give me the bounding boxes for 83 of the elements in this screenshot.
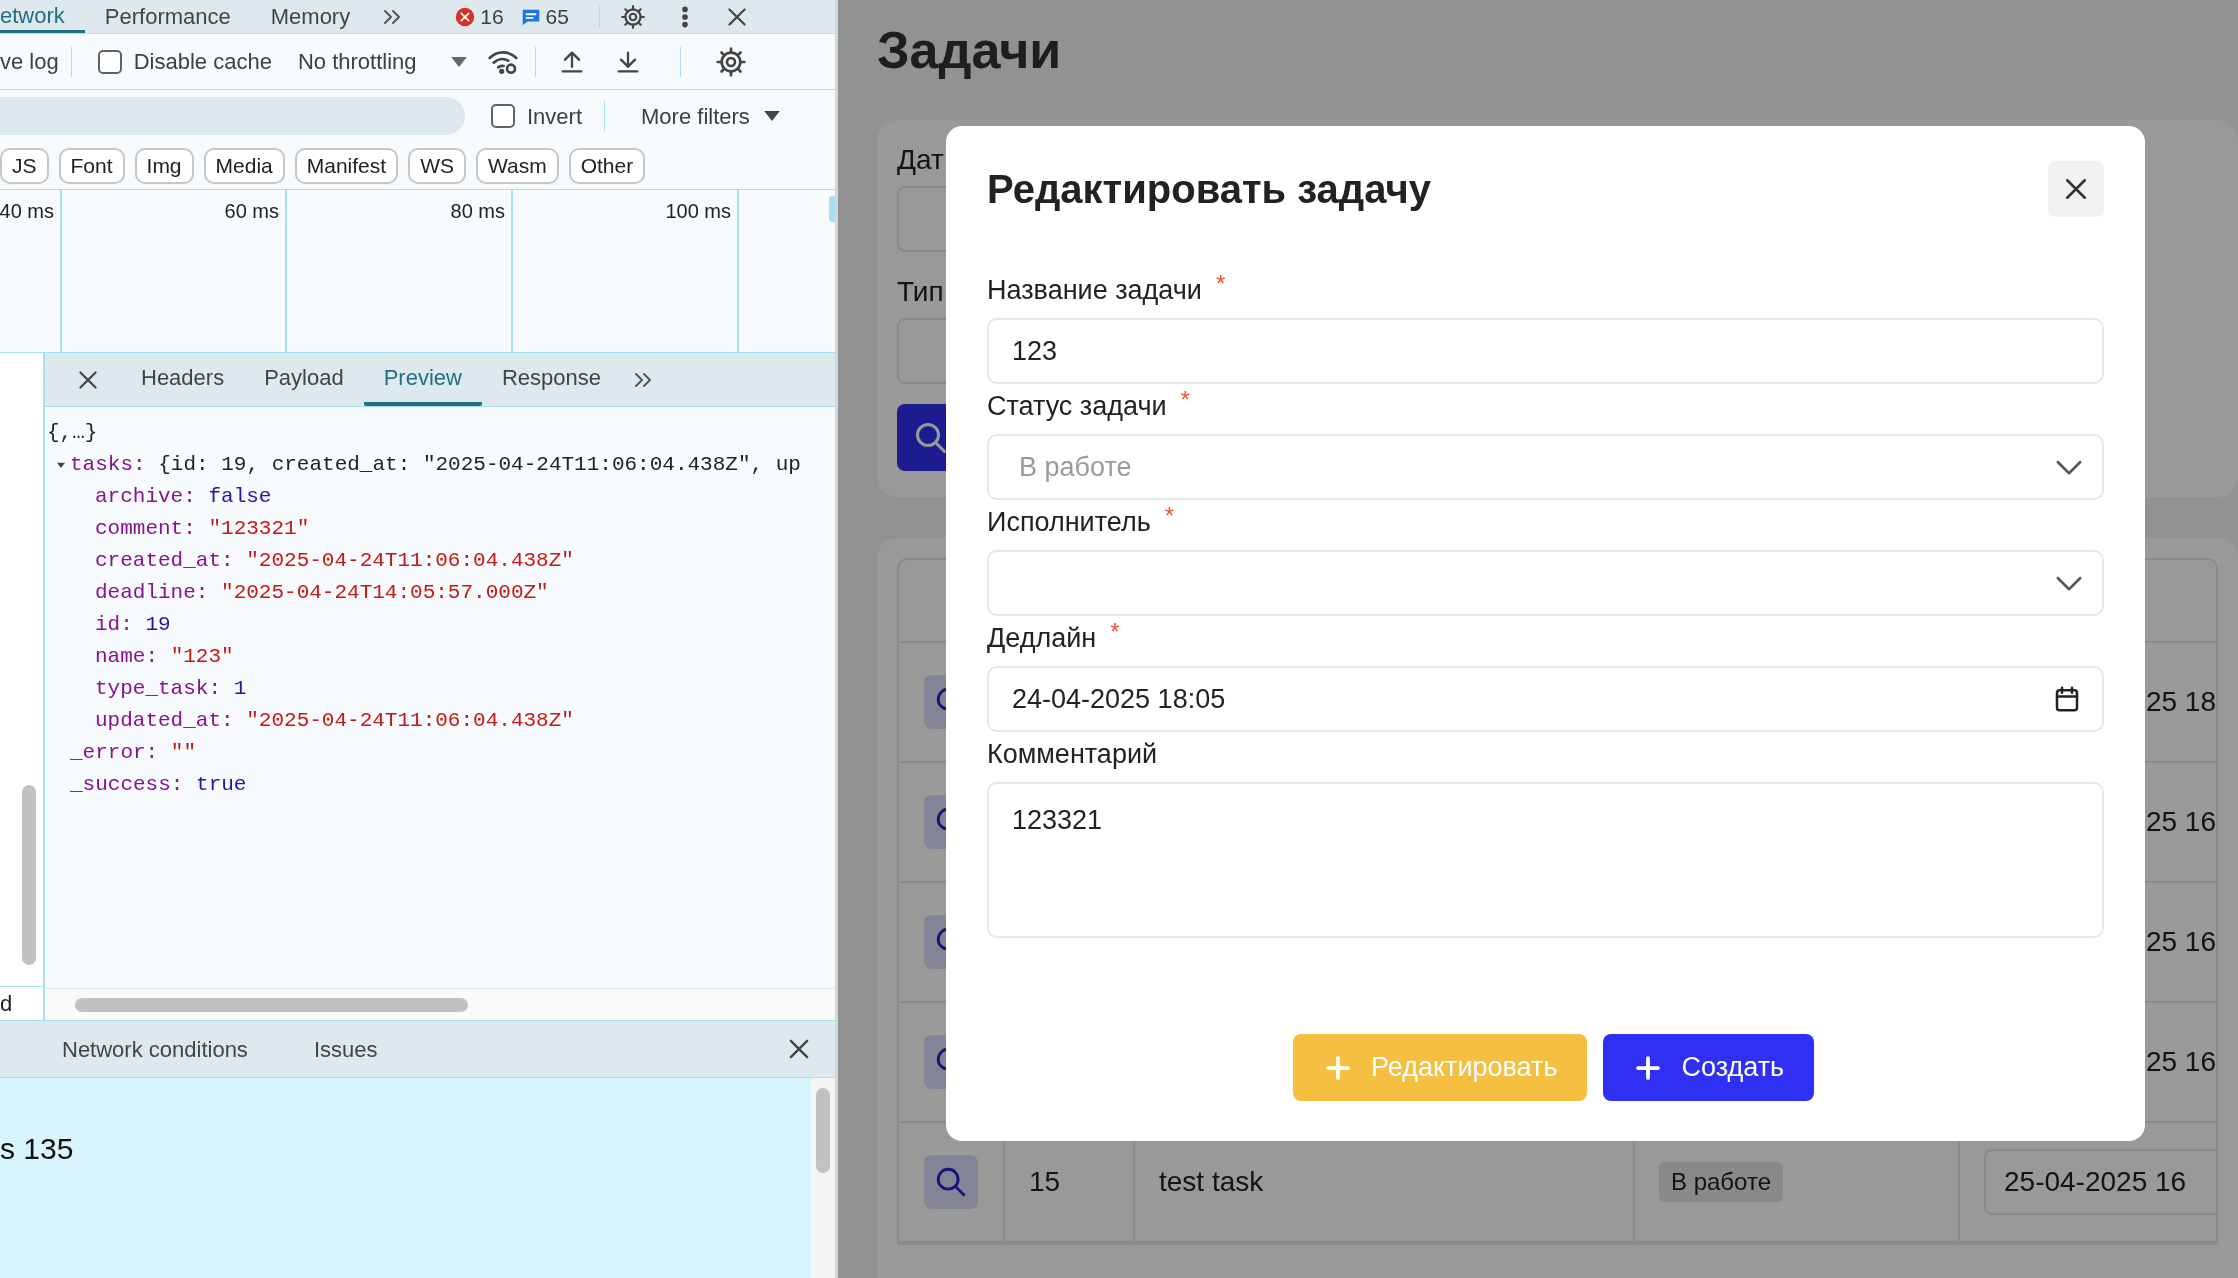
settings-icon[interactable] [714,45,747,78]
json-property: archive: false [95,484,272,511]
scrollbar-thumb[interactable] [75,997,468,1012]
table-cell-text: 25 16 [2145,1045,2216,1079]
timeline-tick: 60 ms [224,199,279,224]
type-filter-chip[interactable]: Media [203,147,285,184]
type-filter-chip[interactable]: Manifest [294,147,399,184]
more-filters-dropdown[interactable]: More filters [641,99,780,133]
throttling-dropdown[interactable]: No throttling [297,45,467,78]
json-summary: {,…} [47,420,98,446]
table-cell-text: 25 16 [2145,925,2216,959]
detail-tab[interactable]: Payload [244,353,364,406]
detail-tab[interactable]: Preview [363,353,482,406]
disable-cache-label[interactable]: Disable cache [133,45,272,78]
required-mark: * [1164,501,1175,531]
field-label: Комментарий [987,737,1158,771]
json-property: name: "123" [95,644,234,671]
json-property: tasks: {id: 19, created_at: "2025-04-24T11:06:04.438Z", up [70,452,801,479]
json-property: updated_at: "2025-04-24T11:06:04.438Z" [95,708,574,735]
scrollbar-thumb[interactable] [816,1088,830,1173]
field-label: Исполнитель [987,505,1151,539]
detail-tab[interactable]: Response [481,353,621,406]
checkbox[interactable] [491,104,515,128]
message-count: 65 [545,3,569,30]
panel-tab[interactable]: Performance [84,0,251,33]
status-badge: В работе [1659,1162,1783,1202]
required-mark: * [1110,617,1120,647]
dropdown-triangle-icon [450,56,467,67]
scrollbar-thumb[interactable] [22,785,36,965]
page-title: Задачи [877,20,1062,81]
type-filter-chip[interactable]: JS [0,147,49,184]
json-property: deadline: "2025-04-24T14:05:57.000Z" [95,580,549,607]
json-property: id: 19 [95,612,171,639]
select-field[interactable] [987,550,2104,616]
create-button[interactable]: Создать [1603,1034,1815,1101]
close-button[interactable] [2048,161,2104,217]
panel-tab[interactable]: etwork [0,0,85,33]
search-icon [934,1165,968,1199]
table-cell-text: 25 18 [2145,685,2216,719]
json-property: _success: true [70,772,247,799]
comment-field[interactable]: 123321 [987,782,2104,938]
field-label: Название задачи [987,273,1202,307]
type-filter-chip[interactable]: WS [408,147,466,184]
json-property: comment: "123321" [95,516,310,543]
dialog-title: Редактировать задачу [987,166,1431,213]
console-text: s 135 [0,1132,74,1165]
type-filter-chip[interactable]: Font [58,147,125,184]
date-field[interactable]: 25-04-2025 16 [1984,1149,2216,1215]
table-cell-text: 15 [1029,1165,1061,1199]
filter-field[interactable] [0,97,465,135]
drawer-tab[interactable]: Issues [313,1032,378,1066]
type-filter-chip[interactable]: Wasm [475,147,559,184]
invert-label[interactable]: Invert [527,99,583,133]
required-mark: * [1180,385,1190,415]
timeline-tick: 80 ms [450,199,505,224]
timeline-tick: 100 ms [665,199,731,224]
panel-tab[interactable]: Memory [250,0,371,33]
view-button[interactable] [924,1155,978,1209]
timeline-tick: 40 ms [0,199,54,224]
table-cell-text: test task [1159,1165,1264,1199]
drawer-tab[interactable]: Network conditions [62,1032,248,1066]
type-filter-chip[interactable]: Other [568,147,646,184]
error-count: 16 [480,3,504,30]
field-label: Дат [897,143,944,177]
preserve-log-label[interactable]: ve log [0,45,59,78]
settings-icon[interactable] [619,3,646,30]
field-label: Тип [897,275,944,309]
dropdown-triangle-icon [763,111,780,121]
json-property: _error: "" [70,740,197,767]
input-field[interactable]: 123 [987,318,2104,384]
detail-tab[interactable]: Headers [121,353,245,406]
table-cell-text: 25 16 [2145,805,2216,839]
field-label: Дедлайн [987,621,1097,655]
checkbox[interactable] [97,49,122,74]
request-name[interactable]: d [0,987,13,1020]
json-property: type_task: 1 [95,676,247,703]
timeline-handle[interactable] [829,196,835,222]
error-icon [454,5,477,28]
date-field[interactable]: 24-04-2025 18:05 [987,666,2104,732]
json-property: created_at: "2025-04-24T11:06:04.438Z" [95,548,574,575]
type-filter-chip[interactable]: Img [134,147,194,184]
field-label: Статус задачи [987,389,1167,423]
required-mark: * [1215,269,1226,299]
